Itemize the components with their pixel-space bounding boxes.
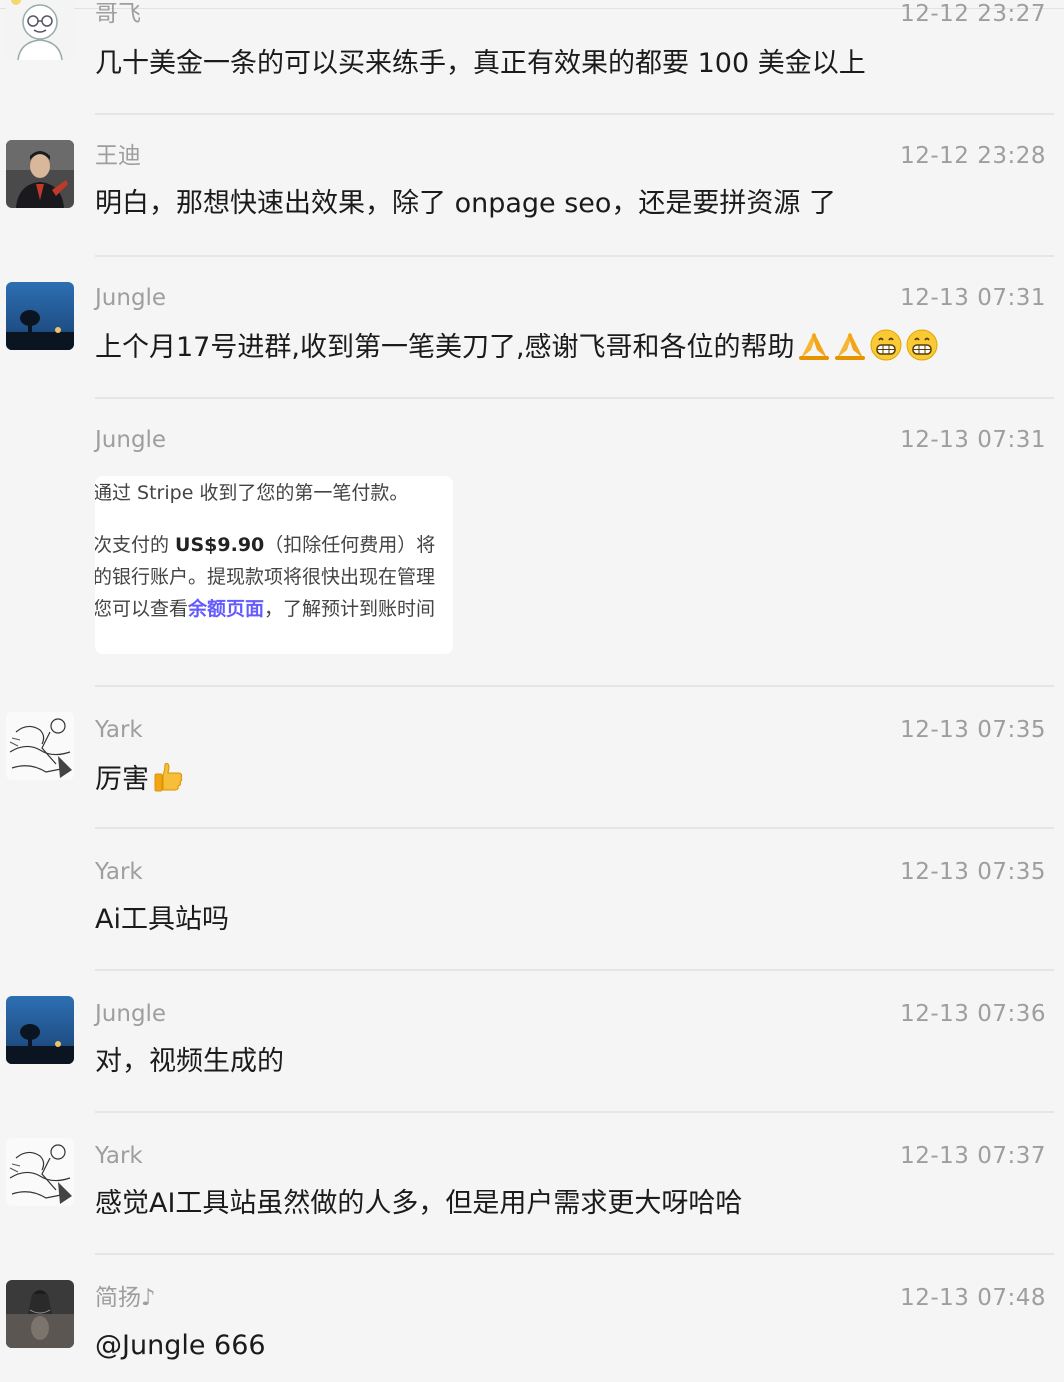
chat-message-list: 哥飞 12-12 23:27 几十美金一条的可以买来练手，真正有效果的都要 10… [0, 0, 1064, 1382]
message-timestamp: 12-12 23:28 [900, 143, 1046, 169]
message-text: 上个月17号进群,收到第一笔美刀了,感谢飞哥和各位的帮助 [95, 332, 795, 363]
message-text: 厉害 [95, 764, 149, 795]
avatar[interactable] [6, 1138, 74, 1206]
avatar[interactable] [6, 712, 74, 780]
message-timestamp: 12-13 07:35 [900, 859, 1046, 885]
sender-name: Jungle [95, 285, 167, 311]
image-text-fragment: （扣除任何费用）将 [264, 534, 436, 556]
message-divider [95, 1111, 1054, 1113]
message-timestamp: 12-13 07:36 [900, 1001, 1046, 1027]
message-divider [95, 1253, 1054, 1255]
sketch-drawing-avatar-icon [6, 1138, 74, 1206]
balance-page-link: 余额页面 [188, 598, 265, 620]
message-text: 对，视频生成的 [95, 1046, 284, 1077]
payment-amount: US$9.90 [175, 534, 265, 556]
sender-name: 哥飞 [95, 1, 141, 27]
message-text-container: 厉害 [95, 760, 185, 798]
image-text-fragment: ，了解预计到账时间 [264, 598, 436, 620]
message-timestamp: 12-13 07:48 [900, 1285, 1046, 1311]
praying-hands-icon [833, 328, 867, 362]
message-divider [95, 397, 1054, 399]
message-divider [95, 255, 1054, 257]
sketch-drawing-avatar-icon [6, 712, 74, 780]
message-text: 感觉AI工具站虽然做的人多，但是用户需求更大呀哈哈 [95, 1188, 743, 1219]
message-text: 几十美金一条的可以买来练手，真正有效果的都要 100 美金以上 [95, 48, 866, 79]
sender-name: Yark [95, 1143, 143, 1169]
message-text: Ai工具站吗 [95, 904, 229, 935]
night-tree-avatar-icon [6, 282, 74, 350]
sender-name: Jungle [95, 1001, 167, 1027]
message-divider [95, 113, 1054, 115]
avatar[interactable] [6, 1280, 74, 1348]
avatar[interactable] [6, 140, 74, 208]
message-timestamp: 12-13 07:31 [900, 427, 1046, 453]
grinning-face-icon [905, 328, 939, 362]
message-timestamp: 12-13 07:35 [900, 717, 1046, 743]
image-text-line: 通过 Stripe 收到了您的第一笔付款。 [95, 482, 409, 504]
message-timestamp: 12-12 23:27 [900, 1, 1046, 27]
message-divider [95, 969, 1054, 971]
image-text-line: 的银行账户。提现款项将很快出现在管理 [95, 566, 436, 588]
sender-name: Jungle [95, 427, 167, 453]
message-divider [95, 827, 1054, 829]
grinning-face-icon [869, 328, 903, 362]
sender-name: 简扬♪ [95, 1285, 156, 1311]
thumbs-up-icon [151, 760, 185, 794]
dark-photo-avatar-icon [6, 1280, 74, 1348]
image-text-line: 您可以查看余额页面，了解预计到账时间 [95, 596, 435, 622]
message-text: @Jungle 666 [95, 1330, 266, 1361]
cartoon-face-avatar-icon [6, 0, 74, 62]
image-text-fragment: 次支付的 [95, 534, 176, 556]
avatar[interactable] [6, 0, 74, 62]
sender-name: 王迪 [95, 143, 141, 169]
person-photo-avatar-icon [6, 140, 74, 208]
night-tree-avatar-icon [6, 996, 74, 1064]
message-timestamp: 12-13 07:31 [900, 285, 1046, 311]
praying-hands-icon [797, 328, 831, 362]
image-attachment[interactable]: 通过 Stripe 收到了您的第一笔付款。 次支付的 US$9.90（扣除任何费… [95, 476, 453, 654]
message-divider [95, 685, 1054, 687]
image-text-fragment: 您可以查看 [95, 598, 189, 620]
message-text-container: 上个月17号进群,收到第一笔美刀了,感谢飞哥和各位的帮助 [95, 328, 939, 366]
sender-name: Yark [95, 859, 143, 885]
message-text: 明白，那想快速出效果，除了 onpage seo，还是要拼资源 了 [95, 188, 837, 219]
avatar[interactable] [6, 282, 74, 350]
image-text-line: 次支付的 US$9.90（扣除任何费用）将 [95, 532, 435, 558]
message-timestamp: 12-13 07:37 [900, 1143, 1046, 1169]
avatar[interactable] [6, 996, 74, 1064]
sender-name: Yark [95, 717, 143, 743]
